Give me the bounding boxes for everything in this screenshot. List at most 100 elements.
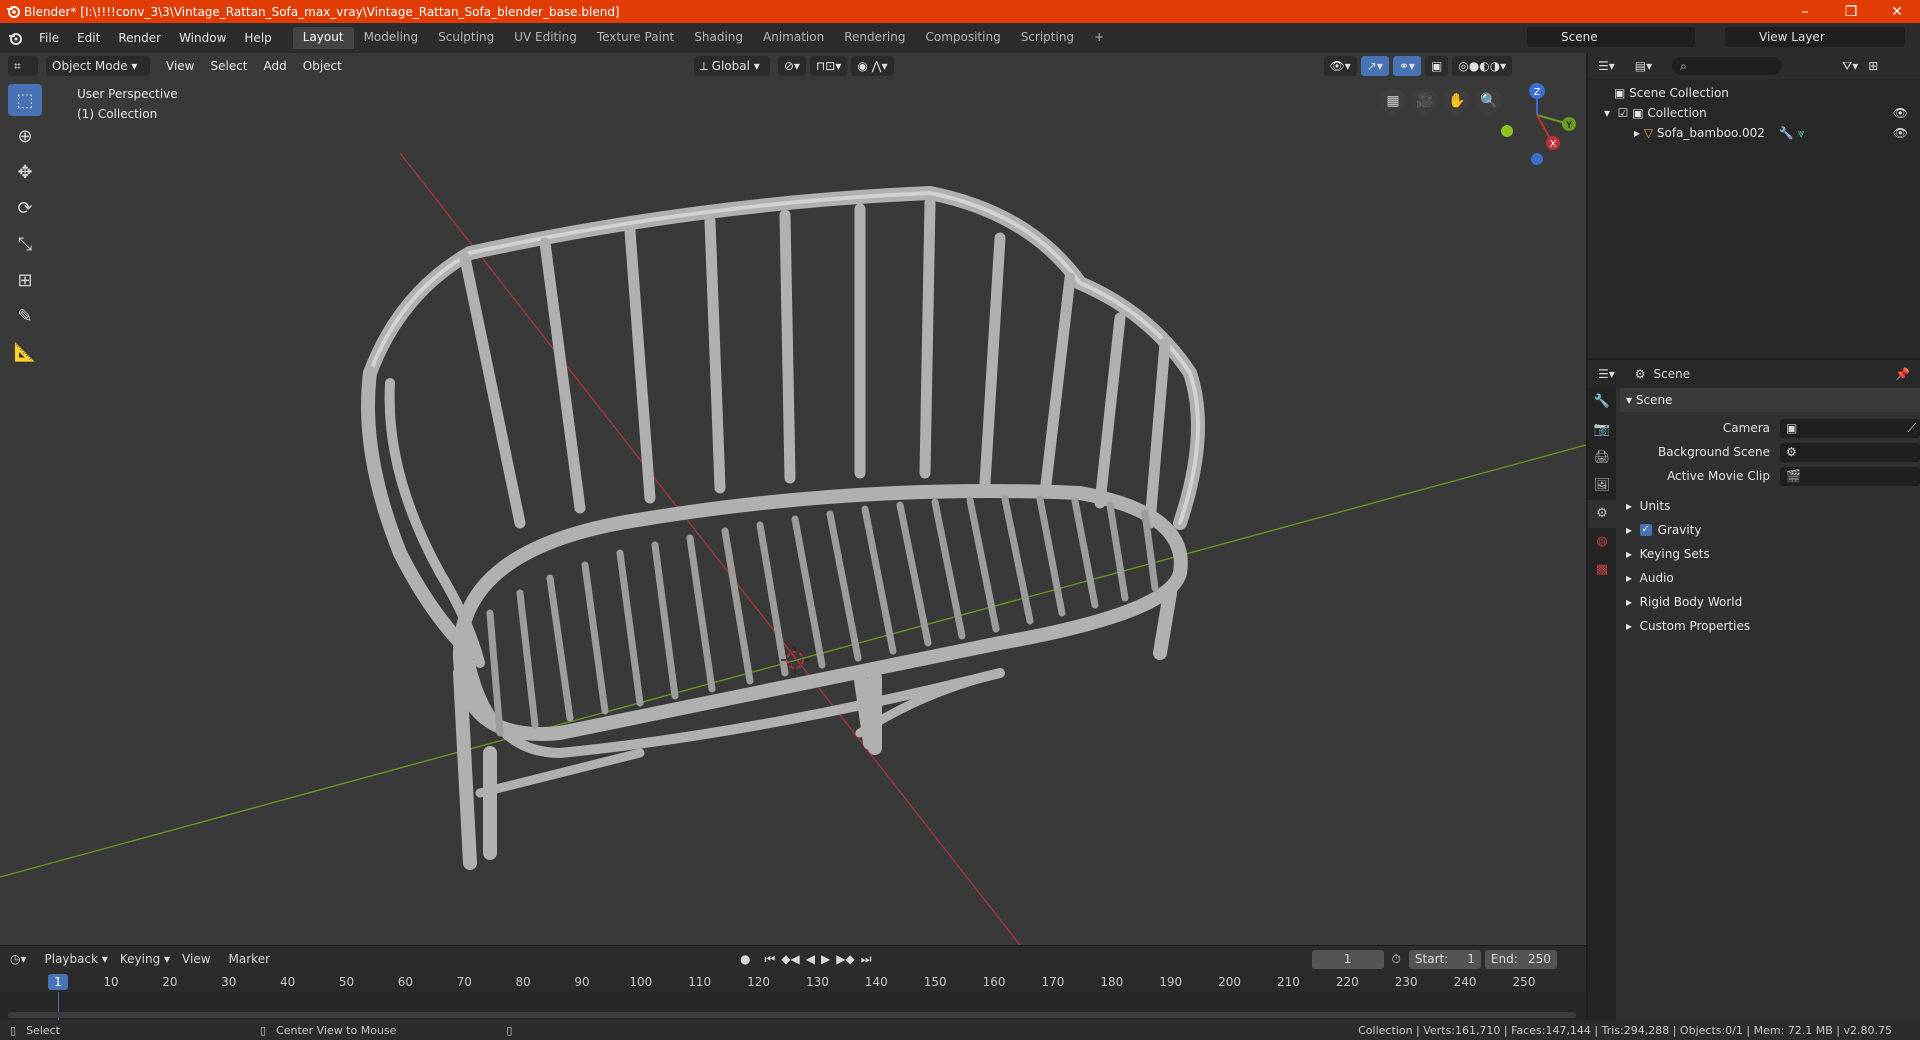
- snap-icon[interactable]: ⊓⊡▾: [809, 56, 848, 76]
- output-tab-icon[interactable]: 🖨: [1588, 444, 1616, 472]
- units-section[interactable]: ▸ Units: [1620, 494, 1920, 518]
- navigation-gizmo[interactable]: Z Y X: [1501, 83, 1576, 165]
- minimize-button[interactable]: –: [1782, 0, 1828, 23]
- end-frame-input[interactable]: End: 250: [1484, 949, 1557, 969]
- play-icon[interactable]: ▶: [821, 952, 830, 966]
- jump-end-icon[interactable]: ⏭: [861, 952, 872, 967]
- scale-tool-icon[interactable]: ⤡: [8, 228, 42, 260]
- tab-uv-editing[interactable]: UV Editing: [504, 27, 587, 49]
- mesh-data-icon[interactable]: ⩔: [1798, 126, 1805, 141]
- scene-tab-icon[interactable]: ⚙: [1588, 500, 1616, 528]
- start-frame-input[interactable]: Start: 1: [1408, 949, 1481, 969]
- transform-tool-icon[interactable]: ⊞: [8, 264, 42, 296]
- render-tab-icon[interactable]: 📷: [1588, 416, 1616, 444]
- zoom-icon[interactable]: 🔍: [1476, 88, 1502, 114]
- measure-tool-icon[interactable]: 📐: [8, 336, 42, 368]
- eye-icon[interactable]: 👁: [1893, 106, 1908, 120]
- select-box-tool-icon[interactable]: ⬚: [8, 84, 42, 116]
- tab-scripting[interactable]: Scripting: [1011, 27, 1084, 49]
- timeline-menu-view[interactable]: View: [182, 952, 210, 966]
- move-tool-icon[interactable]: ✥: [8, 156, 42, 188]
- timeline-menu-marker[interactable]: Marker: [229, 952, 270, 966]
- close-button[interactable]: ✕: [1874, 0, 1920, 23]
- rigid-body-world-section[interactable]: ▸ Rigid Body World: [1620, 590, 1920, 614]
- frame-ruler[interactable]: 1 10 20 30 40 50 60 70 80 90 100 110 120 130 140 150 160…: [0, 972, 1586, 992]
- scene-selector[interactable]: Scene: [1527, 27, 1695, 47]
- tab-compositing[interactable]: Compositing: [915, 27, 1010, 49]
- background-scene-value[interactable]: ⚙: [1780, 442, 1920, 462]
- tool-tab-icon[interactable]: 🔧: [1588, 388, 1616, 416]
- orientation-dropdown[interactable]: ⟂ Global ▾: [693, 56, 770, 76]
- jump-start-icon[interactable]: ⏮: [765, 952, 776, 967]
- menu-edit[interactable]: Edit: [68, 31, 109, 45]
- movie-clip-field[interactable]: Active Movie Clip 🎬: [1620, 464, 1920, 488]
- blender-menu-icon[interactable]: [0, 28, 30, 48]
- gravity-section[interactable]: ▸ ✓ Gravity: [1620, 518, 1920, 542]
- tab-texture-paint[interactable]: Texture Paint: [587, 27, 684, 49]
- shading-modes-icon[interactable]: ◎●◐◑▾: [1452, 56, 1513, 76]
- viewport-menu-add[interactable]: Add: [256, 59, 295, 73]
- sofa-model[interactable]: [361, 185, 1205, 870]
- menu-help[interactable]: Help: [235, 31, 280, 45]
- view-layer-tab-icon[interactable]: 🖼: [1588, 472, 1616, 500]
- pivot-icon[interactable]: ⊘▾: [777, 56, 806, 76]
- annotate-tool-icon[interactable]: ✎: [8, 300, 42, 332]
- 3d-viewport[interactable]: Z Y X: [0, 53, 1586, 945]
- filter-icon[interactable]: ⛛▾: [1842, 59, 1858, 74]
- outliner-row-scene-collection[interactable]: ▣ Scene Collection: [1588, 83, 1920, 103]
- overlays-icon[interactable]: ⚭▾: [1392, 56, 1421, 76]
- grid-view-icon[interactable]: ▦: [1380, 88, 1406, 114]
- add-workspace-button[interactable]: +: [1084, 27, 1114, 49]
- menu-render[interactable]: Render: [109, 31, 170, 45]
- expand-arrow-icon[interactable]: ▾: [1604, 106, 1618, 120]
- menu-window[interactable]: Window: [170, 31, 235, 45]
- background-scene-field[interactable]: Background Scene ⚙: [1620, 440, 1920, 464]
- texture-tab-icon[interactable]: ▩: [1588, 556, 1616, 584]
- audio-section[interactable]: ▸ Audio: [1620, 566, 1920, 590]
- editor-type-icon[interactable]: ⌗: [8, 56, 38, 76]
- play-reverse-icon[interactable]: ◀: [806, 952, 815, 966]
- modifier-wrench-icon[interactable]: 🔧: [1779, 126, 1794, 140]
- outliner-row-object[interactable]: ▸ ▽ Sofa_bamboo.002 🔧 ⩔ 👁: [1588, 123, 1920, 143]
- collection-checkbox[interactable]: ☑: [1618, 106, 1633, 120]
- camera-field[interactable]: Camera ▣ ⟋: [1620, 416, 1920, 440]
- object-eye-icon[interactable]: 👁: [1893, 126, 1908, 140]
- restore-button[interactable]: ❐: [1828, 0, 1874, 23]
- world-tab-icon[interactable]: ◍: [1588, 528, 1616, 556]
- tab-shading[interactable]: Shading: [684, 27, 753, 49]
- eyedropper-icon[interactable]: ⟋: [1908, 421, 1916, 436]
- tab-modeling[interactable]: Modeling: [354, 27, 429, 49]
- camera-view-icon[interactable]: 🎥: [1412, 88, 1438, 114]
- timeline-menu-playback[interactable]: Playback: [45, 952, 99, 966]
- viewport-menu-select[interactable]: Select: [202, 59, 255, 73]
- prev-keyframe-icon[interactable]: ◆◀: [781, 952, 799, 966]
- xray-icon[interactable]: ▣: [1424, 56, 1449, 76]
- menu-file[interactable]: File: [30, 31, 68, 45]
- tab-sculpting[interactable]: Sculpting: [428, 27, 504, 49]
- outliner-search-input[interactable]: ⌕: [1672, 57, 1783, 75]
- view-layer-selector[interactable]: View Layer: [1725, 27, 1905, 47]
- outliner-editor-icon[interactable]: ☰▾: [1598, 59, 1615, 73]
- tab-layout[interactable]: Layout: [292, 27, 354, 49]
- record-button[interactable]: ●: [740, 952, 750, 966]
- timeline-editor-icon[interactable]: ◷▾: [10, 952, 27, 966]
- next-keyframe-icon[interactable]: ▶◆: [836, 952, 854, 966]
- movie-clip-value[interactable]: 🎬: [1780, 466, 1920, 486]
- gizmo-toggle-icon[interactable]: ↗▾: [1360, 56, 1389, 76]
- custom-properties-section[interactable]: ▸ Custom Properties: [1620, 614, 1920, 638]
- keying-sets-section[interactable]: ▸ Keying Sets: [1620, 542, 1920, 566]
- tab-animation[interactable]: Animation: [753, 27, 834, 49]
- new-collection-icon[interactable]: ⊞: [1868, 59, 1878, 73]
- object-mode-dropdown[interactable]: Object Mode ▾: [46, 56, 150, 76]
- visibility-icon[interactable]: 👁▾: [1323, 56, 1357, 76]
- scene-section-header[interactable]: ▾ Scene: [1620, 388, 1920, 412]
- camera-value[interactable]: ▣ ⟋: [1780, 418, 1920, 438]
- cursor-tool-icon[interactable]: ⊕: [8, 120, 42, 152]
- outliner-row-collection[interactable]: ▾ ☑ ▣ Collection 👁: [1588, 103, 1920, 123]
- viewport-menu-object[interactable]: Object: [295, 59, 350, 73]
- timeline-scrollbar[interactable]: [8, 1012, 1576, 1018]
- rotate-tool-icon[interactable]: ⟳: [8, 192, 42, 224]
- tab-rendering[interactable]: Rendering: [834, 27, 915, 49]
- display-mode-icon[interactable]: ▤▾: [1635, 59, 1652, 73]
- properties-editor-icon[interactable]: ☰▾: [1598, 367, 1615, 381]
